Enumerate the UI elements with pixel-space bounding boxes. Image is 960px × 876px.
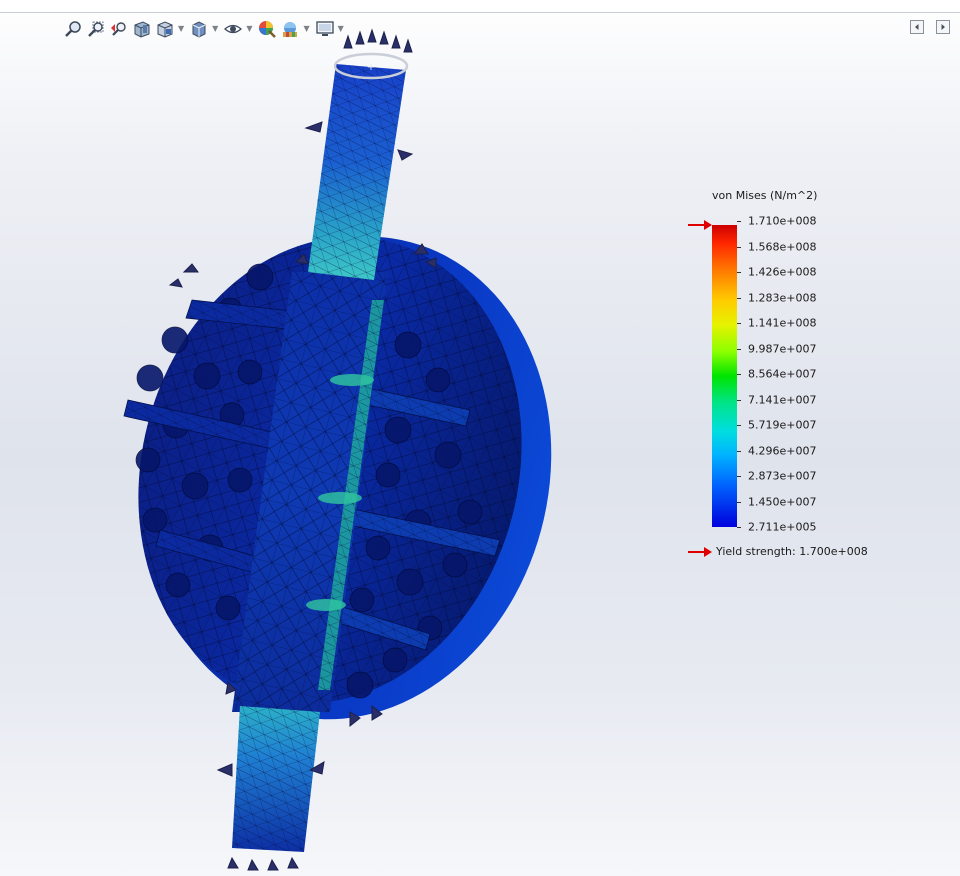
legend-tick-mark <box>737 399 741 401</box>
yield-strength-label: Yield strength: 1.700e+008 <box>716 545 868 558</box>
legend-title: von Mises (N/m^2) <box>712 189 818 202</box>
legend-tick-label: 1.283e+008 <box>748 291 817 304</box>
yield-marker-arrow-icon <box>688 220 712 230</box>
von-mises-legend[interactable]: von Mises (N/m^2) 1.710e+008 1.568e+008 1.… <box>683 186 903 566</box>
legend-tick-label: 9.987e+007 <box>748 342 817 355</box>
legend-tick-label: 1.450e+007 <box>748 495 817 508</box>
color-scale-bar <box>712 225 737 527</box>
legend-tick-mark <box>737 527 741 528</box>
yield-strength-row: Yield strength: 1.700e+008 <box>688 545 868 558</box>
legend-tick-label: 1.141e+008 <box>748 316 817 330</box>
legend-tick-mark <box>737 246 741 248</box>
legend-tick-mark <box>737 221 741 222</box>
svg-text:+: + <box>367 62 375 73</box>
legend-tick-label: 8.564e+007 <box>748 367 817 381</box>
legend-tick-mark <box>737 425 741 426</box>
legend-tick-label: 2.711e+005 <box>748 520 817 534</box>
legend-tick-label: 1.426e+008 <box>748 265 817 279</box>
legend-tick-mark <box>737 374 741 375</box>
legend-tick-label: 5.719e+007 <box>748 418 817 432</box>
legend-tick-label: 1.710e+008 <box>748 214 817 228</box>
legend-tick-label: 7.141e+007 <box>748 393 817 406</box>
legend-tick-label: 2.873e+007 <box>748 469 817 483</box>
legend-tick-mark <box>737 323 741 324</box>
legend-tick-mark <box>737 272 741 273</box>
legend-tick-mark <box>737 450 741 452</box>
legend-tick-mark <box>737 297 741 299</box>
legend-tick-mark <box>737 348 741 350</box>
legend-tick-label: 1.568e+008 <box>748 240 817 253</box>
legend-tick-mark <box>737 476 741 477</box>
yield-arrow-icon <box>688 546 712 557</box>
legend-tick-mark <box>737 501 741 503</box>
legend-tick-label: 4.296e+007 <box>748 444 817 457</box>
